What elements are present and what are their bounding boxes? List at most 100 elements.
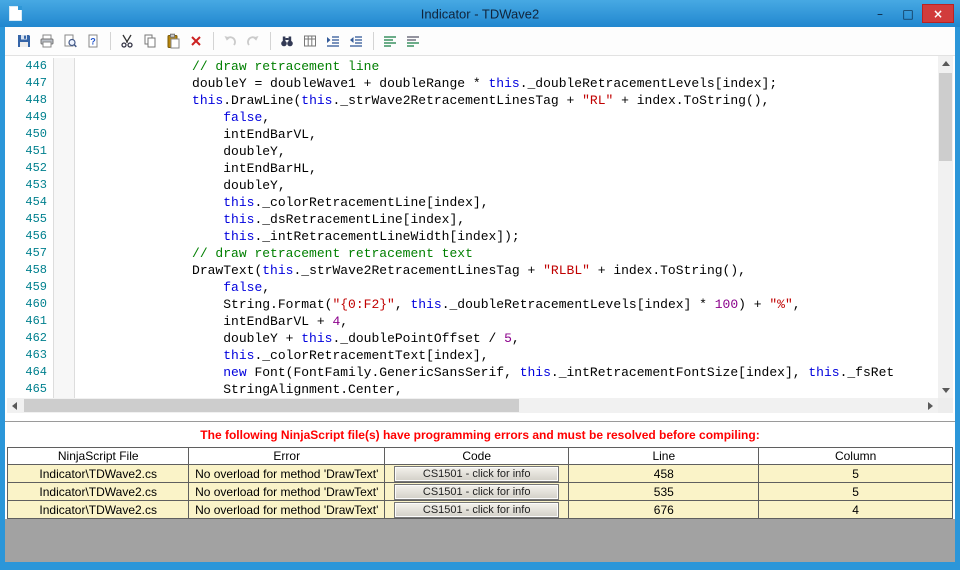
editor-margin [53,75,75,92]
scroll-down-button[interactable] [938,383,953,398]
app-window: Indicator - TDWave2 – □ × ? 446 // draw … [0,0,960,578]
print-preview-icon[interactable] [59,30,81,52]
error-code-button[interactable]: CS1501 - click for info [394,465,560,482]
save-icon[interactable] [13,30,35,52]
comment-icon[interactable] [379,30,401,52]
goto-line-icon[interactable] [299,30,321,52]
editor-margin [53,279,75,296]
code-line[interactable]: 453 doubleY, [7,177,938,194]
scroll-up-button[interactable] [938,56,953,71]
editor-margin [53,262,75,279]
code-line[interactable]: 449 false, [7,109,938,126]
editor-margin [53,211,75,228]
line-number: 456 [25,229,47,243]
close-button[interactable]: × [922,4,954,23]
code-viewport[interactable]: 446 // draw retracement line 447 doubleY … [7,56,938,398]
uncomment-icon[interactable] [402,30,424,52]
line-number: 457 [25,246,47,260]
help-icon[interactable]: ? [82,30,104,52]
minimize-button[interactable]: – [866,4,894,23]
redo-icon[interactable] [242,30,264,52]
editor-margin [53,92,75,109]
code-line[interactable]: 462 doubleY + this._doublePointOffset / … [7,330,938,347]
delete-icon[interactable] [185,30,207,52]
line-number: 459 [25,280,47,294]
cut-icon[interactable] [116,30,138,52]
vertical-scroll-thumb[interactable] [939,73,952,161]
editor-toolbar: ? [5,27,955,56]
error-col-header: Column [758,447,953,465]
editor-margin [53,364,75,381]
paste-icon[interactable] [162,30,184,52]
code-line[interactable]: 459 false, [7,279,938,296]
undo-icon[interactable] [219,30,241,52]
error-col-header: Error [188,447,386,465]
code-line[interactable]: 447 doubleY = doubleWave1 + doubleRange … [7,75,938,92]
error-col-header: Code [384,447,570,465]
error-code-button[interactable]: CS1501 - click for info [394,501,560,518]
code-line[interactable]: 450 intEndBarVL, [7,126,938,143]
code-line[interactable]: 455 this._dsRetracementLine[index], [7,211,938,228]
print-icon[interactable] [36,30,58,52]
scroll-left-button[interactable] [7,398,22,413]
editor-margin [53,245,75,262]
vertical-scrollbar[interactable] [938,56,953,398]
code-text: intEndBarVL + 4, [223,314,349,329]
code-text: intEndBarVL, [223,127,317,142]
window-border-bottom [0,562,960,570]
code-line[interactable]: 460 String.Format("{0:F2}", this._double… [7,296,938,313]
error-row[interactable]: Indicator\TDWave2.cs No overload for meth… [6,482,953,501]
horizontal-scroll-thumb[interactable] [24,399,519,412]
indent-icon[interactable] [322,30,344,52]
error-line-cell: 535 [568,482,760,501]
editor-margin [53,126,75,143]
code-line[interactable]: 463 this._colorRetracementText[index], [7,347,938,364]
code-text: this._dsRetracementLine[index], [223,212,466,227]
code-line[interactable]: 465 StringAlignment.Center, [7,381,938,398]
line-number: 464 [25,365,47,379]
line-number: 450 [25,127,47,141]
error-code-button[interactable]: CS1501 - click for info [394,483,560,500]
scroll-left-icon [12,401,17,410]
error-col-header: Line [568,447,760,465]
svg-text:?: ? [90,37,96,47]
code-line[interactable]: 456 this._intRetracementLineWidth[index]… [7,228,938,245]
maximize-button[interactable]: □ [894,4,922,23]
scroll-right-button[interactable] [923,398,938,413]
error-row[interactable]: Indicator\TDWave2.cs No overload for meth… [6,500,953,519]
panel-splitter[interactable] [5,413,955,421]
error-table: NinjaScript File Error Code Line Column Indi… [6,447,953,519]
horizontal-scrollbar[interactable] [7,398,938,413]
line-number: 446 [25,59,47,73]
code-text: this._colorRetracementText[index], [223,348,489,363]
editor-margin [53,313,75,330]
line-number: 463 [25,348,47,362]
code-text: DrawText(this._strWave2RetracementLinesT… [192,263,746,278]
code-line[interactable]: 446 // draw retracement line [7,58,938,75]
toolbar-separator [270,32,271,50]
outdent-icon[interactable] [345,30,367,52]
scrollbar-corner [938,398,953,413]
editor-margin [53,58,75,75]
code-line[interactable]: 448 this.DrawLine(this._strWave2Retracem… [7,92,938,109]
code-line[interactable]: 451 doubleY, [7,143,938,160]
error-file-cell: Indicator\TDWave2.cs [6,500,190,519]
error-panel-header: The following NinjaScript file(s) have p… [7,422,953,447]
error-row[interactable]: Indicator\TDWave2.cs No overload for meth… [6,464,953,483]
code-text: this.DrawLine(this._strWave2RetracementL… [192,93,770,108]
code-text: doubleY, [223,144,286,159]
code-line[interactable]: 454 this._colorRetracementLine[index], [7,194,938,211]
find-icon[interactable] [276,30,298,52]
code-line[interactable]: 452 intEndBarHL, [7,160,938,177]
error-panel-top: The following NinjaScript file(s) have p… [5,422,955,519]
error-file-cell: Indicator\TDWave2.cs [6,464,190,483]
code-text: StringAlignment.Center, [223,382,403,397]
line-number: 454 [25,195,47,209]
code-line[interactable]: 458 DrawText(this._strWave2RetracementLi… [7,262,938,279]
code-line[interactable]: 461 intEndBarVL + 4, [7,313,938,330]
code-line[interactable]: 464 new Font(FontFamily.GenericSansSerif… [7,364,938,381]
scroll-right-icon [928,401,933,410]
copy-icon[interactable] [139,30,161,52]
title-bar[interactable]: Indicator - TDWave2 – □ × [0,0,960,27]
code-line[interactable]: 457 // draw retracement retracement text [7,245,938,262]
